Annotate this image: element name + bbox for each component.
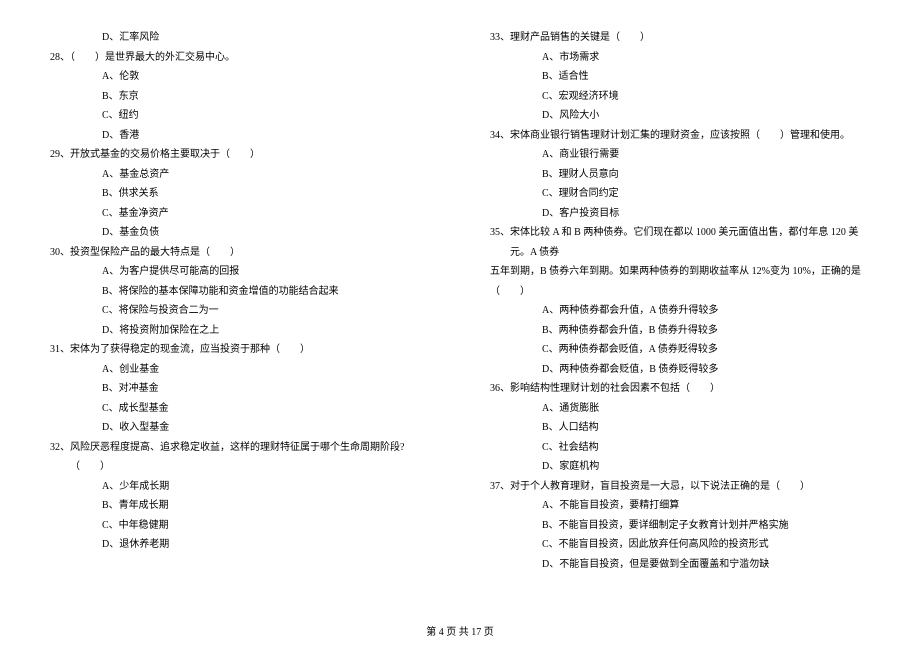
- question-37-option-c: C、不能盲目投资，因此放弃任何高风险的投资形式: [490, 535, 870, 555]
- question-32-text: 32、风险厌恶程度提高、追求稳定收益，这样的理财特征属于哪个生命周期阶段?（ ）: [50, 438, 430, 477]
- question-28-option-d: D、香港: [50, 126, 430, 146]
- question-31: 31、宋体为了获得稳定的现金流，应当投资于那种（ ） A、创业基金 B、对冲基金…: [50, 340, 430, 438]
- question-34-option-c: C、理财合同约定: [490, 184, 870, 204]
- question-36-option-c: C、社会结构: [490, 438, 870, 458]
- question-29-text: 29、开放式基金的交易价格主要取决于（ ）: [50, 145, 430, 165]
- question-33-option-d: D、风险大小: [490, 106, 870, 126]
- right-column: 33、理财产品销售的关键是（ ） A、市场需求 B、适合性 C、宏观经济环境 D…: [490, 28, 870, 574]
- question-35-text: 35、宋体比较 A 和 B 两种债券。它们现在都以 1000 美元面值出售，都付…: [490, 223, 870, 262]
- question-30-text: 30、投资型保险产品的最大特点是（ ）: [50, 243, 430, 263]
- question-34-option-d: D、客户投资目标: [490, 204, 870, 224]
- question-37: 37、对于个人教育理财，盲目投资是一大忌，以下说法正确的是（ ） A、不能盲目投…: [490, 477, 870, 575]
- question-32-option-a: A、少年成长期: [50, 477, 430, 497]
- question-30-option-b: B、将保险的基本保障功能和资金增值的功能结合起来: [50, 282, 430, 302]
- question-32-option-c: C、中年稳健期: [50, 516, 430, 536]
- question-35: 35、宋体比较 A 和 B 两种债券。它们现在都以 1000 美元面值出售，都付…: [490, 223, 870, 379]
- question-29-option-b: B、供求关系: [50, 184, 430, 204]
- question-29-option-a: A、基金总资产: [50, 165, 430, 185]
- question-33-option-c: C、宏观经济环境: [490, 87, 870, 107]
- question-28-option-a: A、伦敦: [50, 67, 430, 87]
- question-37-text: 37、对于个人教育理财，盲目投资是一大忌，以下说法正确的是（ ）: [490, 477, 870, 497]
- question-36-option-b: B、人口结构: [490, 418, 870, 438]
- question-37-option-a: A、不能盲目投资，要精打细算: [490, 496, 870, 516]
- question-36-option-d: D、家庭机构: [490, 457, 870, 477]
- question-34-option-a: A、商业银行需要: [490, 145, 870, 165]
- question-33-option-a: A、市场需求: [490, 48, 870, 68]
- question-31-option-c: C、成长型基金: [50, 399, 430, 419]
- question-29: 29、开放式基金的交易价格主要取决于（ ） A、基金总资产 B、供求关系 C、基…: [50, 145, 430, 243]
- question-36: 36、影响结构性理财计划的社会因素不包括（ ） A、通货膨胀 B、人口结构 C、…: [490, 379, 870, 477]
- question-30: 30、投资型保险产品的最大特点是（ ） A、为客户提供尽可能高的回报 B、将保险…: [50, 243, 430, 341]
- question-35-option-c: C、两种债券都会贬值，A 债券贬得较多: [490, 340, 870, 360]
- question-29-option-c: C、基金净资产: [50, 204, 430, 224]
- question-37-option-b: B、不能盲目投资，要详细制定子女教育计划并严格实施: [490, 516, 870, 536]
- left-column: D、汇率风险 28、（ ）是世界最大的外汇交易中心。 A、伦敦 B、东京 C、纽…: [50, 28, 430, 574]
- question-34-text: 34、宋体商业银行销售理财计划汇集的理财资金，应该按照（ ）管理和使用。: [490, 126, 870, 146]
- question-29-option-d: D、基金负债: [50, 223, 430, 243]
- question-37-option-d: D、不能盲目投资，但是要做到全面覆盖和宁滥勿缺: [490, 555, 870, 575]
- question-35-option-a: A、两种债券都会升值，A 债券升得较多: [490, 301, 870, 321]
- question-33-option-b: B、适合性: [490, 67, 870, 87]
- page-footer: 第 4 页 共 17 页: [0, 623, 920, 638]
- question-28: 28、（ ）是世界最大的外汇交易中心。 A、伦敦 B、东京 C、纽约 D、香港: [50, 48, 430, 146]
- question-28-option-b: B、东京: [50, 87, 430, 107]
- question-31-option-a: A、创业基金: [50, 360, 430, 380]
- page-container: D、汇率风险 28、（ ）是世界最大的外汇交易中心。 A、伦敦 B、东京 C、纽…: [0, 0, 920, 594]
- question-28-text: 28、（ ）是世界最大的外汇交易中心。: [50, 48, 430, 68]
- question-35-option-d: D、两种债券都会贬值，B 债券贬得较多: [490, 360, 870, 380]
- question-30-option-c: C、将保险与投资合二为一: [50, 301, 430, 321]
- question-32-option-b: B、青年成长期: [50, 496, 430, 516]
- question-36-text: 36、影响结构性理财计划的社会因素不包括（ ）: [490, 379, 870, 399]
- question-32: 32、风险厌恶程度提高、追求稳定收益，这样的理财特征属于哪个生命周期阶段?（ ）…: [50, 438, 430, 555]
- question-36-option-a: A、通货膨胀: [490, 399, 870, 419]
- question-34-option-b: B、理财人员意向: [490, 165, 870, 185]
- question-33-text: 33、理财产品销售的关键是（ ）: [490, 28, 870, 48]
- question-35-option-b: B、两种债券都会升值，B 债券升得较多: [490, 321, 870, 341]
- question-31-option-b: B、对冲基金: [50, 379, 430, 399]
- question-35-continuation: 五年到期，B 债券六年到期。如果两种债券的到期收益率从 12%变为 10%，正确…: [490, 262, 870, 301]
- question-31-option-d: D、收入型基金: [50, 418, 430, 438]
- question-28-option-c: C、纽约: [50, 106, 430, 126]
- orphan-option-d: D、汇率风险: [50, 28, 430, 48]
- question-32-option-d: D、退休养老期: [50, 535, 430, 555]
- question-31-text: 31、宋体为了获得稳定的现金流，应当投资于那种（ ）: [50, 340, 430, 360]
- question-34: 34、宋体商业银行销售理财计划汇集的理财资金，应该按照（ ）管理和使用。 A、商…: [490, 126, 870, 224]
- question-33: 33、理财产品销售的关键是（ ） A、市场需求 B、适合性 C、宏观经济环境 D…: [490, 28, 870, 126]
- question-30-option-d: D、将投资附加保险在之上: [50, 321, 430, 341]
- question-30-option-a: A、为客户提供尽可能高的回报: [50, 262, 430, 282]
